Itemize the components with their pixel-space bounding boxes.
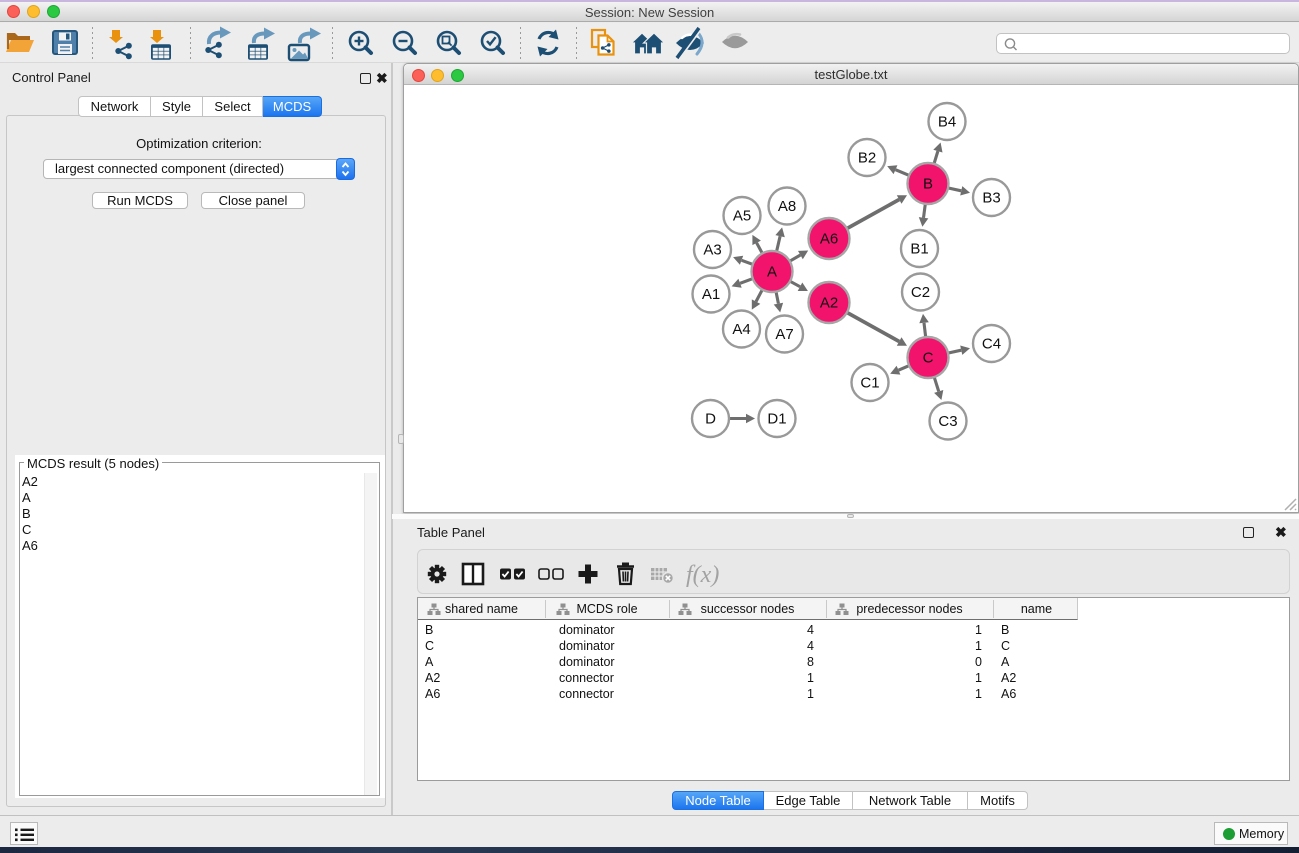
svg-text:A8: A8 — [778, 198, 796, 215]
svg-text:B3: B3 — [982, 190, 1000, 207]
svg-text:A1: A1 — [702, 286, 720, 303]
svg-text:A5: A5 — [733, 208, 751, 225]
svg-text:B: B — [923, 176, 933, 193]
svg-text:B2: B2 — [858, 150, 876, 167]
svg-text:D: D — [705, 411, 716, 428]
svg-text:C: C — [923, 350, 934, 367]
svg-text:D1: D1 — [767, 411, 786, 428]
svg-text:A2: A2 — [820, 295, 838, 312]
svg-text:B4: B4 — [938, 114, 956, 131]
svg-text:B1: B1 — [910, 241, 928, 258]
svg-text:C1: C1 — [860, 375, 879, 392]
svg-text:A3: A3 — [703, 242, 721, 259]
svg-text:C3: C3 — [938, 413, 957, 430]
svg-text:A4: A4 — [732, 321, 750, 338]
svg-text:f(x): f(x) — [686, 562, 719, 588]
svg-text:C2: C2 — [911, 284, 930, 301]
svg-text:A: A — [767, 264, 777, 281]
svg-text:C4: C4 — [982, 336, 1001, 353]
svg-text:A7: A7 — [775, 326, 793, 343]
svg-text:A6: A6 — [820, 231, 838, 248]
